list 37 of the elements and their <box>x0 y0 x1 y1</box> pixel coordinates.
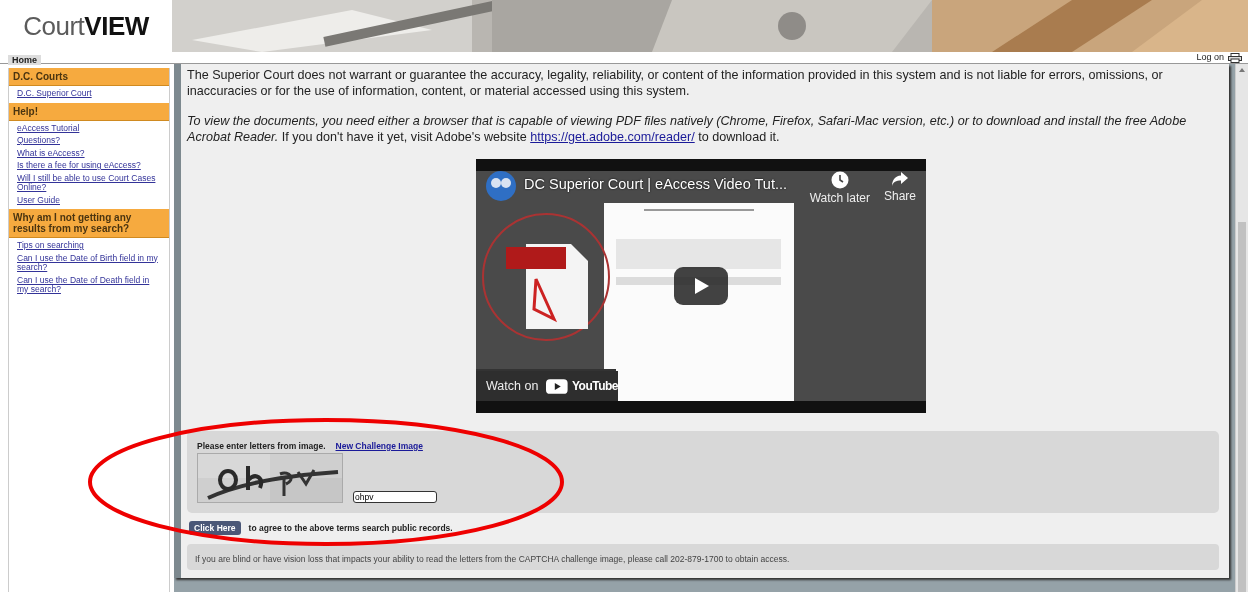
sidebar-link[interactable]: Is there a fee for using eAccess? <box>17 161 161 171</box>
log-on-link[interactable]: Log on <box>1196 52 1224 63</box>
sidebar-link[interactable]: Questions? <box>17 136 161 146</box>
sidebar-link[interactable]: Tips on searching <box>17 241 161 251</box>
share-arrow-icon[interactable] <box>891 171 909 187</box>
sidebar-link[interactable]: What is eAccess? <box>17 148 161 158</box>
courtview-logo[interactable]: CourtVIEW <box>23 10 149 42</box>
sidebar-link[interactable]: Can I use the Date of Death field in my search? <box>17 275 161 295</box>
sidebar-heading: D.C. Courts <box>9 68 169 86</box>
watch-later-label[interactable]: Watch later <box>809 191 870 205</box>
play-button[interactable] <box>674 267 728 305</box>
adobe-reader-link[interactable]: https://get.adobe.com/reader/ <box>530 130 695 144</box>
video-title[interactable]: DC Superior Court | eAccess Video Tut... <box>524 171 796 197</box>
share-label[interactable]: Share <box>883 189 916 203</box>
sidebar-link[interactable]: Will I still be able to use Court Cases Online? <box>17 173 161 193</box>
sidebar-link[interactable]: User Guide <box>17 195 161 205</box>
accessibility-note: If you are blind or have vision loss that impacts your ability to read the letters from the CAPTCHA challenge image, please call 202-879-1700 to obtain access. <box>195 554 790 564</box>
captcha-prompt: Please enter letters from image. <box>197 441 326 451</box>
video-player[interactable]: DC Superior Court | eAccess Video Tut... Watch later Share Watch on YouTube <box>476 159 926 413</box>
sidebar-link[interactable]: D.C. Superior Court <box>17 89 161 99</box>
scrollbar[interactable] <box>1235 64 1248 592</box>
watch-on-youtube-button[interactable]: Watch on YouTube <box>476 371 618 401</box>
click-here-button[interactable]: Click Here <box>189 521 241 535</box>
channel-avatar-icon[interactable] <box>486 171 516 201</box>
sidebar-link[interactable]: Can I use the Date of Birth field in my search? <box>17 253 161 273</box>
sidebar-heading: Why am I not getting any results from my search? <box>9 209 169 238</box>
captcha-input-field[interactable]: ohpv <box>353 491 437 503</box>
sidebar-heading: Help! <box>9 102 169 121</box>
pdf-note-text: To view the documents, you need either a browser that is capable of viewing PDF files natively (Chrome, Firefox, Safari-Mac version, etc.) or to download and install the free Adobe Acrobat Reader. If you don't have it yet, visit Adobe's website https://get.adobe.com/reader/ to download it. <box>187 113 1188 145</box>
disclaimer-text: The Superior Court does not warrant or guarantee the accuracy, legality, reliability, or content of the information provided in this system and is not liable for errors, omissions, or inaccuracies or for the use of information, content, or material accessed using this system. <box>187 67 1164 99</box>
agree-text: to agree to the above terms search public records. <box>248 523 453 533</box>
home-tab[interactable]: Home <box>8 54 41 65</box>
clock-icon[interactable] <box>830 171 849 189</box>
printer-icon[interactable] <box>1228 52 1242 63</box>
youtube-play-icon <box>546 378 568 394</box>
sidebar-link[interactable]: eAccess Tutorial <box>17 123 161 133</box>
new-challenge-image-link[interactable]: New Challenge Image <box>335 441 423 451</box>
